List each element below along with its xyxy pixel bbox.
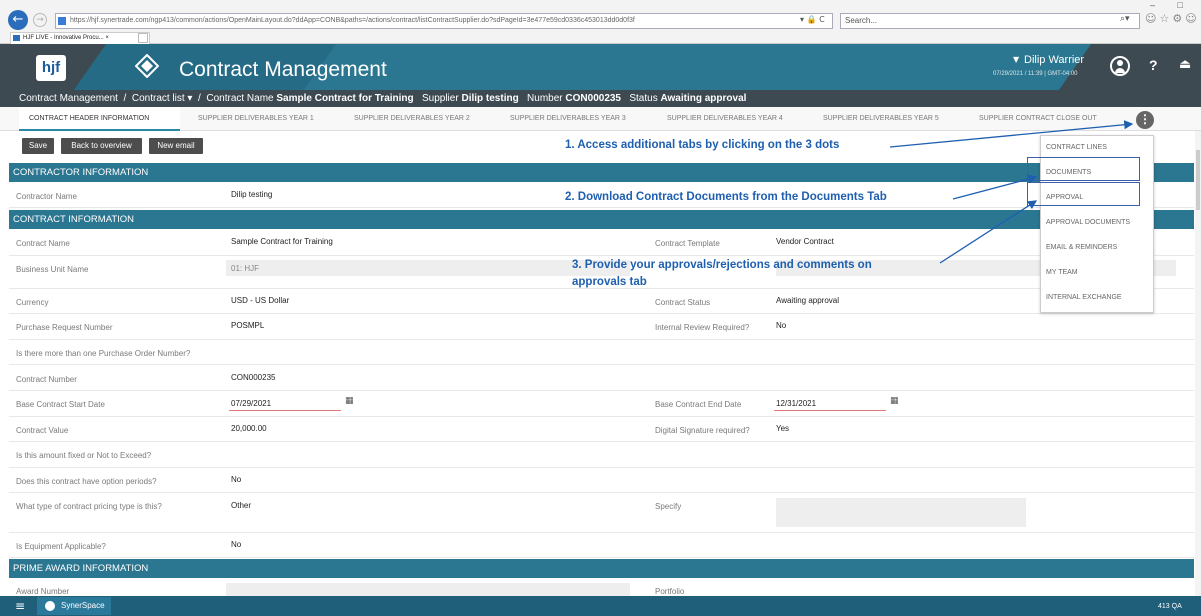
version-label: 413 QA — [1158, 603, 1182, 610]
arrow-to-dots — [889, 120, 1134, 148]
synerspace-label: SynerSpace — [61, 601, 105, 610]
arrow-to-documents — [952, 174, 1038, 200]
scrollbar-thumb[interactable] — [1196, 150, 1200, 210]
synerspace-icon — [45, 601, 55, 611]
arrow-to-approval — [939, 200, 1038, 264]
hamburger-menu-icon[interactable]: ≡ — [15, 600, 25, 612]
annotation-arrows — [889, 120, 1134, 264]
bottom-taskbar — [0, 596, 1201, 616]
